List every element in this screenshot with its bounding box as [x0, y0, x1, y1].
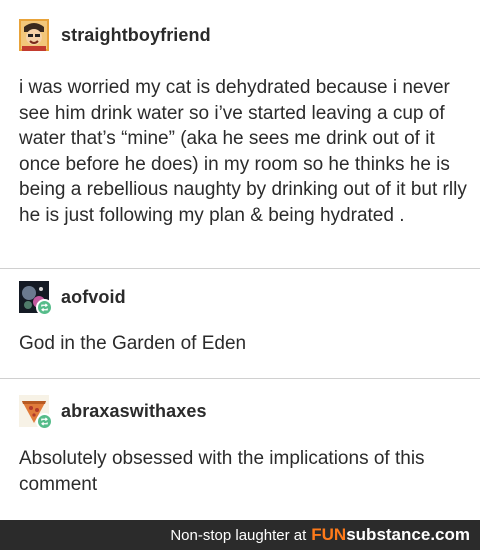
post-header: straightboyfriend [19, 18, 211, 52]
footer-tagline: Non-stop laughter at [170, 526, 307, 544]
post-text: Absolutely obsessed with the implication… [19, 448, 425, 495]
post-header: aofvoid [19, 280, 126, 316]
username[interactable]: abraxaswithaxes [61, 401, 207, 422]
avatar-abraxaswithaxes[interactable] [19, 395, 53, 430]
site-logo[interactable]: FUNsubstance.com [311, 525, 470, 545]
watermark-footer: Non-stop laughter at FUNsubstance.com [0, 520, 480, 550]
avatar-cartoon-icon [19, 19, 49, 51]
post-text: i was worried my cat is dehydrated becau… [19, 77, 467, 226]
brand-rest: substance [346, 525, 431, 544]
reblog-icon [36, 413, 53, 430]
username[interactable]: straightboyfriend [61, 25, 211, 46]
brand-tld: .com [430, 525, 470, 544]
post-text: God in the Garden of Eden [19, 333, 247, 354]
brand-fun: FUN [311, 525, 347, 544]
avatar-straightboyfriend[interactable] [19, 19, 49, 51]
divider [0, 268, 480, 269]
username[interactable]: aofvoid [61, 287, 126, 308]
divider [0, 378, 480, 379]
reblog-icon [36, 299, 53, 316]
post-header: abraxaswithaxes [19, 394, 207, 430]
avatar-aofvoid[interactable] [19, 281, 53, 316]
